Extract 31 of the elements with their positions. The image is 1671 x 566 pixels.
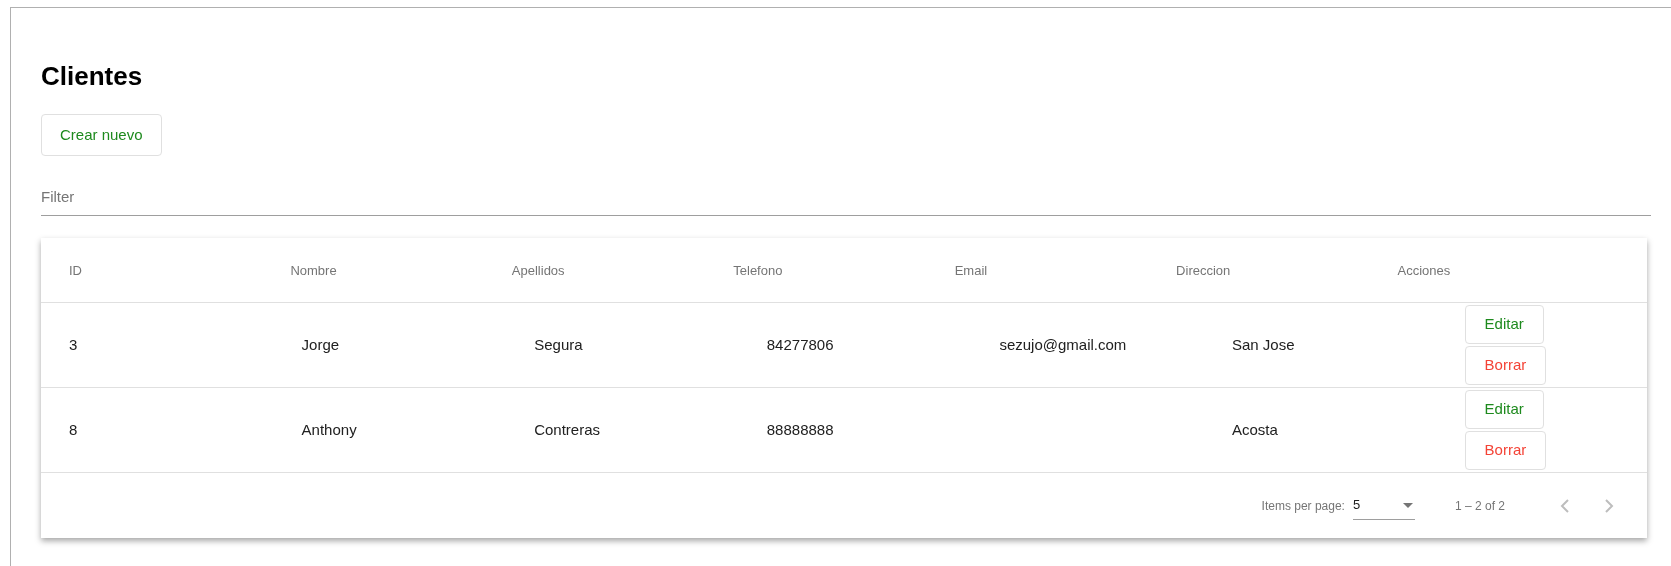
table-cell: San Jose [1231, 336, 1295, 353]
column-header: Acciones [1397, 263, 1451, 278]
page-size-select[interactable]: 5 [1352, 491, 1415, 520]
table-cell: sezujo@gmail.com [999, 336, 1127, 353]
create-button[interactable]: Crear nuevo [41, 114, 162, 156]
delete-button[interactable]: Borrar [1464, 346, 1547, 385]
table-cell: 3 [69, 336, 78, 353]
column-header: Direccion [1176, 263, 1231, 278]
edit-button[interactable]: Editar [1464, 305, 1544, 344]
page-range: 1 – 2 of 2 [1454, 497, 1505, 515]
items-per-page-label: Items per page: [1261, 497, 1345, 515]
table-cell: Acosta [1231, 421, 1278, 438]
table-cell: Jorge [301, 336, 340, 353]
delete-button[interactable]: Borrar [1464, 431, 1547, 470]
edit-button[interactable]: Editar [1464, 390, 1544, 429]
chevron-right-icon [1603, 497, 1615, 514]
table-cell: 84277806 [766, 336, 834, 353]
page-title: Clientes [41, 60, 143, 93]
table-cell: 88888888 [766, 421, 834, 438]
column-header: Apellidos [511, 263, 565, 278]
column-header: Nombre [290, 263, 337, 278]
table-cell: Anthony [301, 421, 357, 438]
table-cell: Segura [534, 336, 583, 353]
column-header: Email [954, 263, 988, 278]
dropdown-caret-icon [1402, 502, 1413, 508]
column-header: ID [69, 263, 82, 278]
chevron-left-icon [1559, 497, 1571, 514]
filter-field[interactable]: Filter [41, 178, 1651, 216]
table-cell: 8 [69, 421, 78, 438]
column-header: Telefono [733, 263, 783, 278]
table-cell: Contreras [534, 421, 601, 438]
